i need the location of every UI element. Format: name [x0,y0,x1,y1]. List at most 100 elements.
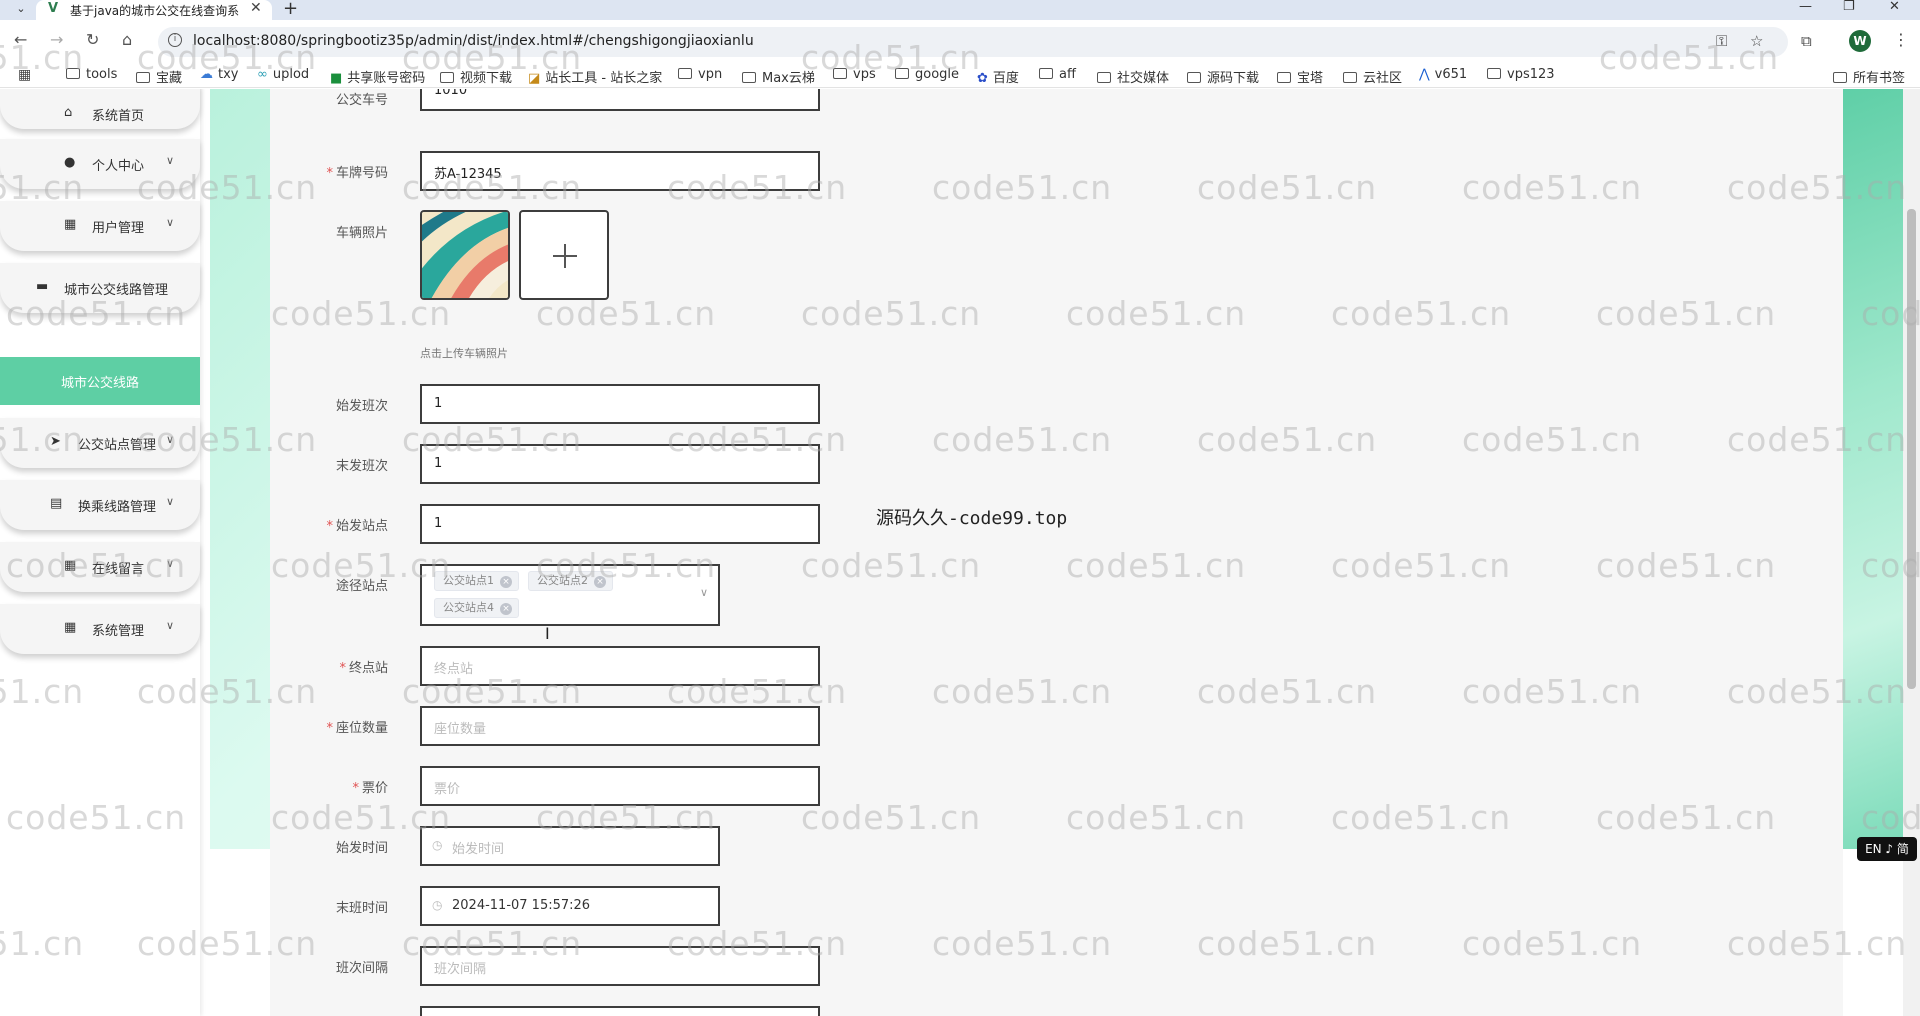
bookmark-item[interactable]: 宝塔 [1277,67,1323,86]
sidebar-subitem-bus-line[interactable]: 城市公交线路 [0,357,200,405]
new-tab-plus-icon[interactable]: + [283,0,298,19]
bookmark-item[interactable]: vps123 [1487,67,1555,82]
all-bookmarks[interactable]: 所有书签 [1833,67,1905,86]
chevron-down-icon: ∨ [166,216,175,229]
folder-icon [1833,72,1847,83]
terminal-input[interactable]: 终点站 [420,646,820,686]
vehicle-photo-thumbnail[interactable] [420,210,510,300]
sidebar-item-users[interactable]: ▦ 用户管理 ∨ [0,201,200,251]
scrollbar-thumb[interactable] [1907,209,1916,689]
folder-icon [136,72,150,83]
sidebar-item-system[interactable]: ▦ 系统管理 ∨ [0,604,200,654]
fare-input[interactable]: 票价 [420,766,820,806]
chevron-down-icon: ∨ [166,619,175,632]
bookmark-item[interactable]: ∞ uplod [257,67,309,82]
tab-close-icon[interactable]: ✕ [250,0,262,16]
ime-indicator[interactable]: EN ♪ 简 [1857,837,1917,861]
field-label: * 终点站 [339,661,388,676]
sidebar: ⌂ 系统首页 ● 个人中心 ∨ ▦ 用户管理 ∨ ▬ 城市公交线路管理 城市公交… [0,89,200,1016]
upload-tip: 点击上传车辆照片 [420,347,508,360]
bookmark-item[interactable]: 社交媒体 [1097,67,1169,86]
user-icon: ● [64,155,76,170]
bookmark-item[interactable]: 源码下载 [1187,67,1259,86]
field-label: 始发时间 [335,841,388,856]
overlay-source-text: 源码久久-code99.top [876,508,1068,529]
interval-input[interactable]: 班次间隔 [420,946,820,986]
vercel-icon: ⋀ [1419,67,1430,82]
bookmark-item[interactable]: google [895,67,959,82]
browser-tab[interactable]: V 基于java的城市公交在线查询系 ✕ [36,0,272,20]
home-icon: ⌂ [64,105,73,120]
sidebar-item-bus-stops[interactable]: ➤ 公交站点管理 ∨ [0,418,200,468]
browser-menu-icon[interactable]: ⋮ [1893,30,1909,49]
bookmark-item[interactable]: vps [833,67,876,82]
bookmark-item[interactable]: Max云梯 [742,67,815,86]
window-close-icon[interactable]: ✕ [1889,0,1900,14]
seats-input[interactable]: 座位数量 [420,706,820,746]
page-scrollbar[interactable] [1903,89,1920,1016]
folder-icon [1097,72,1111,83]
bookmark-item[interactable]: tools [66,67,117,82]
text-cursor-icon: I [545,624,550,643]
sidebar-item-home[interactable]: ⌂ 系统首页 [0,89,200,129]
bookmark-item[interactable]: ⋀ v651 [1419,67,1467,82]
bookmark-item[interactable]: 云社区 [1343,67,1402,86]
photo-image [422,212,508,298]
field-label: 途径站点 [335,579,388,594]
tab-title: 基于java的城市公交在线查询系 [70,4,240,18]
start-station-input[interactable]: 1 [420,504,820,544]
bookmark-item[interactable]: aff [1039,67,1076,82]
baidu-paw-icon: ✿ [977,71,988,86]
form-panel: 公交车号 1010 * 车牌号码 苏A-12345 车辆照片 点击上传车辆照片 … [270,89,1843,1016]
briefcase-icon: ▬ [36,279,49,294]
extensions-puzzle-icon[interactable]: ⧉ [1801,32,1812,50]
upload-add-button[interactable] [519,210,609,300]
forward-arrow-icon[interactable]: → [50,30,63,49]
folder-icon [833,68,847,79]
bookmark-item[interactable]: 宝藏 [136,67,182,86]
bookmark-item[interactable]: 视频下载 [440,67,512,86]
tag-close-icon[interactable]: × [500,576,512,588]
bookmark-item[interactable]: ◪ 站长工具 - 站长之家 [528,67,662,86]
end-time-picker[interactable]: ◷ 2024-11-07 15:57:26 [420,886,720,926]
site-info-icon[interactable]: i [168,33,182,47]
bus-no-input[interactable]: 1010 [420,89,820,111]
next-input[interactable] [420,1006,820,1016]
tag-close-icon[interactable]: × [500,603,512,615]
address-bar[interactable]: i localhost:8080/springbootiz35p/admin/d… [158,27,1788,57]
bookmark-star-icon[interactable]: ☆ [1750,32,1763,50]
via-stations-select[interactable]: 公交站点1 × 公交站点2 × 公交站点4 × ∨ [420,564,720,626]
tag-close-icon[interactable]: × [594,576,606,588]
station-tag: 公交站点2 × [528,571,613,591]
reload-icon[interactable]: ↻ [86,30,99,49]
folder-icon [1277,72,1291,83]
sidebar-item-bus-line-mgmt[interactable]: ▬ 城市公交线路管理 [0,263,200,313]
password-key-icon[interactable]: ⚿ [1716,32,1727,50]
grid-icon: ▦ [64,558,77,573]
profile-avatar[interactable]: W [1849,30,1871,52]
home-icon[interactable]: ⌂ [122,30,132,49]
last-trip-input[interactable]: 1 [420,444,820,484]
tab-list-chevron-icon[interactable]: ⌄ [8,0,34,18]
link-icon: ∞ [257,67,268,82]
sidebar-item-transfer[interactable]: ▤ 换乘线路管理 ∨ [0,480,200,530]
apps-grid-icon[interactable]: ▦ [18,67,31,83]
url-text[interactable]: localhost:8080/springbootiz35p/admin/dis… [193,33,754,49]
back-arrow-icon[interactable]: ← [14,30,27,49]
bookmark-item[interactable]: ✿ 百度 [977,67,1019,86]
chevron-down-icon: ∨ [699,586,708,599]
chevron-down-icon: ∨ [166,557,175,570]
bookmark-item[interactable]: ☁ txy [200,67,238,82]
first-trip-input[interactable]: 1 [420,384,820,424]
sidebar-item-personal[interactable]: ● 个人中心 ∨ [0,139,200,189]
bookmark-item[interactable]: vpn [678,67,722,82]
bookmark-item[interactable]: ■ 共享账号密码 [330,67,425,86]
browser-tab-bar: ⌄ V 基于java的城市公交在线查询系 ✕ + — ❐ ✕ [0,0,1920,20]
start-time-picker[interactable]: ◷ 始发时间 [420,826,720,866]
plate-input[interactable]: 苏A-12345 [420,151,820,191]
restore-icon[interactable]: ❐ [1843,0,1855,14]
sidebar-item-messages[interactable]: ▦ 在线留言 ∨ [0,542,200,592]
folder-icon [1187,72,1201,83]
minimize-icon[interactable]: — [1799,0,1812,14]
vue-favicon-icon: V [48,1,59,16]
